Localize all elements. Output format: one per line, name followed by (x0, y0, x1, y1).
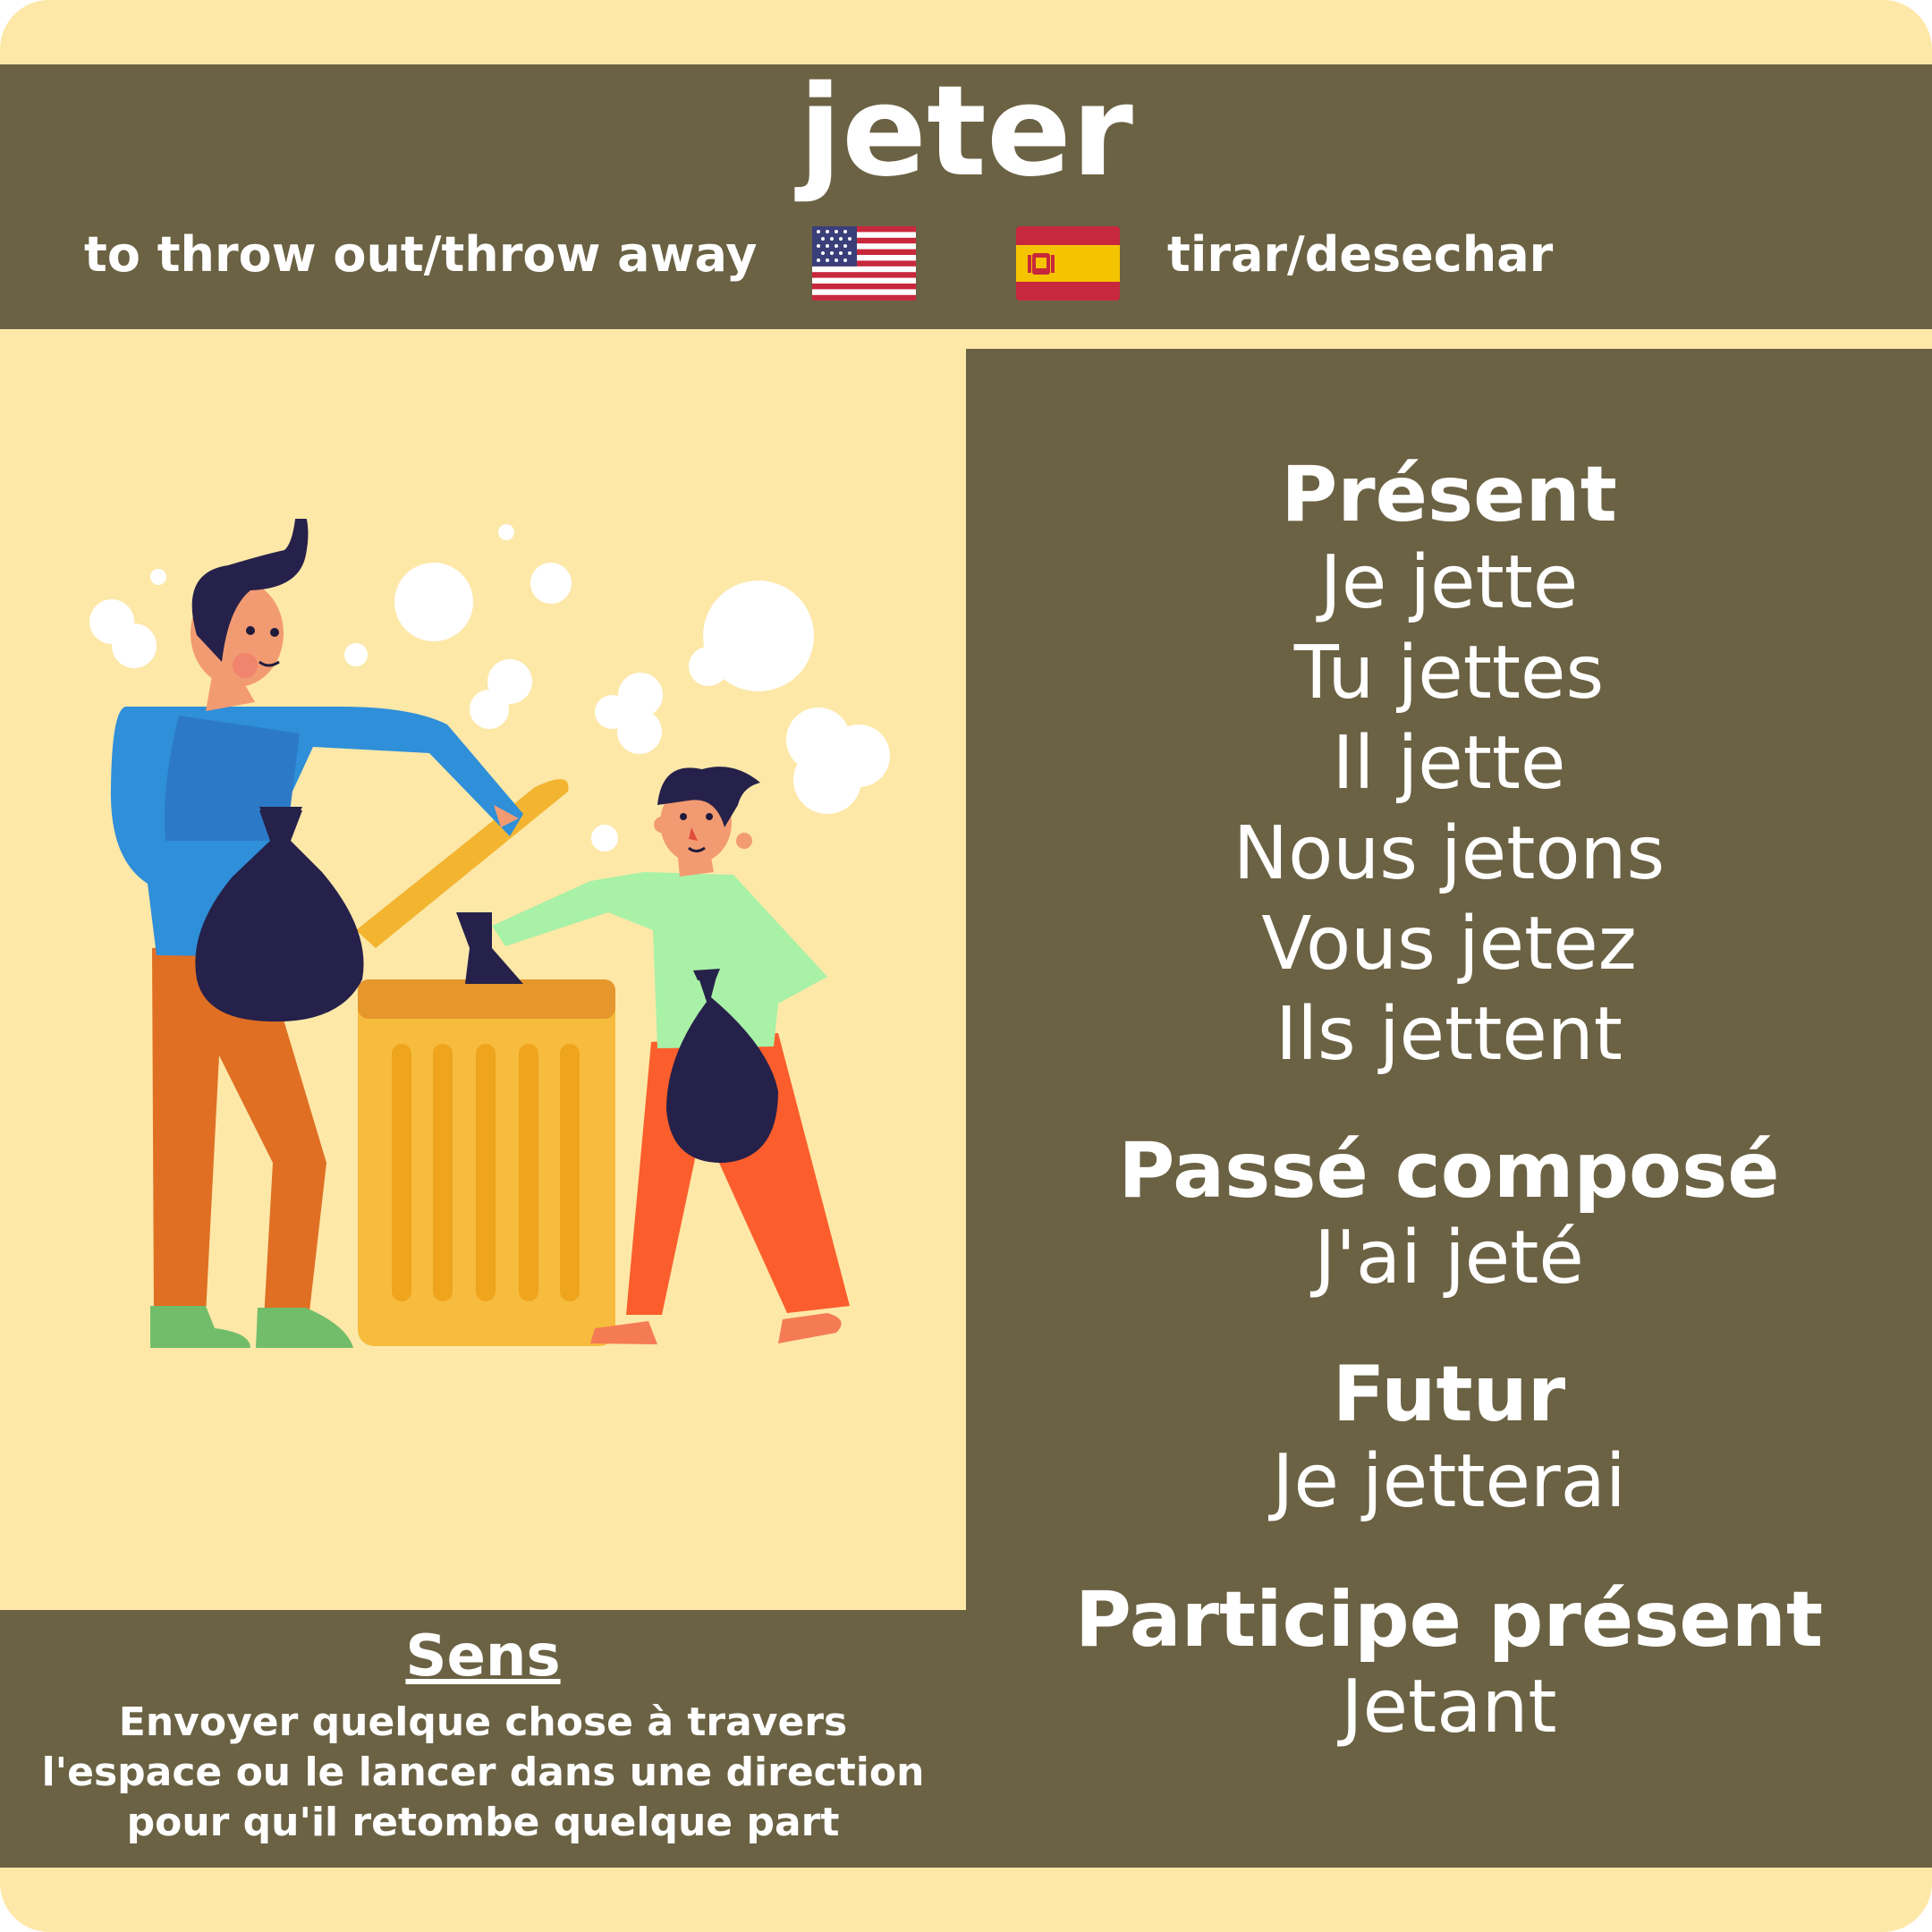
people-throwing-trash-illustration (89, 519, 890, 1348)
participe-present-heading: Participe présent (1074, 1575, 1824, 1665)
present-form-6: Ils jettent (1275, 992, 1623, 1077)
passe-compose-heading: Passé composé (1118, 1126, 1780, 1216)
passe-compose-form: J'ai jeté (1314, 1216, 1584, 1301)
us-flag-icon (812, 226, 916, 301)
present-form-5: Vous jetez (1261, 902, 1637, 987)
sens-line-1: Envoyer quelque chose à travers (118, 1699, 848, 1745)
spanish-translation: tirar/desechar (1167, 226, 1554, 283)
futur-form: Je jetterai (1272, 1439, 1626, 1524)
spain-flag-icon (1016, 226, 1120, 301)
english-translation: to throw out/throw away (84, 226, 758, 283)
present-form-3: Il jette (1332, 721, 1566, 806)
futur-heading: Futur (1332, 1350, 1566, 1439)
present-heading: Présent (1281, 450, 1617, 539)
sens-line-2: l'espace ou le lancer dans une direction (41, 1750, 925, 1795)
sens-definition: Envoyer quelque chose à travers l'espace… (0, 1698, 966, 1848)
present-form-1: Je jette (1319, 540, 1579, 625)
verb-title: jeter (799, 59, 1133, 205)
present-form-2: Tu jettes (1293, 631, 1605, 716)
verb-card: jeter to throw out/throw away tirar/dese… (0, 0, 1932, 1932)
sens-title: Sens (405, 1623, 561, 1690)
sens-line-3: pour qu'il retombe quelque part (126, 1800, 840, 1845)
present-form-4: Nous jetons (1233, 811, 1665, 896)
participe-present-form: Jetant (1341, 1665, 1557, 1750)
